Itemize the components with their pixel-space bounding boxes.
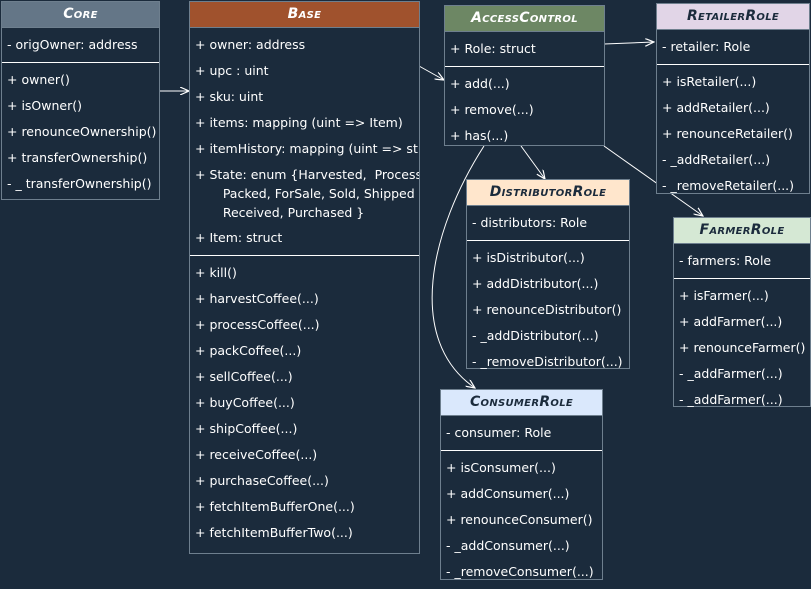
distributorrole-method: + isDistributor(...): [472, 250, 585, 265]
farmerrole-method: - _addFarmer(...): [679, 392, 783, 407]
core-attributes: - origOwner: address: [2, 28, 159, 62]
base-method: + packCoffee(...): [195, 343, 302, 358]
farmerrole-methods: + isFarmer(...) + addFarmer(...) + renou…: [674, 278, 810, 417]
retailerrole-attribute: - retailer: Role: [662, 39, 751, 54]
farmerrole-method: + addFarmer(...): [679, 314, 783, 329]
base-class-box[interactable]: Base + owner: address + upc : uint + sku…: [189, 1, 420, 554]
farmerrole-method: + renounceFarmer(): [679, 340, 806, 355]
accesscontrol-method: + has(...): [450, 128, 509, 143]
base-method: + processCoffee(...): [195, 317, 320, 332]
core-class-box[interactable]: Core - origOwner: address + owner() + is…: [1, 1, 160, 200]
retailerrole-method: + renounceRetailer(): [662, 126, 793, 141]
base-method: + buyCoffee(...): [195, 395, 295, 410]
accesscontrol-class-title: AccessControl: [445, 6, 604, 32]
base-method: + fetchItemBufferOne(...): [195, 499, 355, 514]
accesscontrol-attributes: + Role: struct: [445, 32, 604, 66]
core-method: + transferOwnership(): [7, 150, 148, 165]
accesscontrol-methods: + add(...) + remove(...) + has(...): [445, 66, 604, 153]
base-attributes: + owner: address + upc : uint + sku: uin…: [190, 28, 419, 255]
accesscontrol-method: + add(...): [450, 76, 510, 91]
distributorrole-method: - _addDistributor(...): [472, 328, 599, 343]
farmerrole-method: - _addFarmer(...): [679, 366, 783, 381]
distributorrole-class-title: DistributorRole: [467, 180, 629, 206]
distributorrole-method: + renounceDistributor(): [472, 302, 622, 317]
distributorrole-attribute: - distributors: Role: [472, 215, 588, 230]
core-methods: + owner() + isOwner() + renounceOwnershi…: [2, 62, 159, 201]
base-attribute: + itemHistory: mapping (uint => string: [195, 141, 419, 156]
base-method: + harvestCoffee(...): [195, 291, 319, 306]
base-method: + receiveCoffee(...): [195, 447, 318, 462]
distributorrole-methods: + isDistributor(...) + addDistributor(..…: [467, 240, 629, 379]
base-attribute: + owner: address: [195, 37, 306, 52]
base-attribute: + Item: struct: [195, 230, 283, 245]
distributorrole-method: + addDistributor(...): [472, 276, 599, 291]
core-method: + isOwner(): [7, 98, 82, 113]
base-methods: + kill() + harvestCoffee(...) + processC…: [190, 255, 419, 550]
farmerrole-attribute: - farmers: Role: [679, 253, 772, 268]
base-method: + fetchItemBufferTwo(...): [195, 525, 353, 540]
consumerrole-class-box[interactable]: ConsumerRole - consumer: Role + isConsum…: [440, 389, 603, 580]
base-attribute: + sku: uint: [195, 89, 264, 104]
accesscontrol-attribute: + Role: struct: [450, 41, 536, 56]
consumerrole-attribute: - consumer: Role: [446, 425, 552, 440]
retailerrole-attributes: - retailer: Role: [657, 30, 809, 64]
base-attribute: + upc : uint: [195, 63, 269, 78]
consumerrole-method: - _removeConsumer(...): [446, 564, 594, 579]
consumerrole-method: - _addConsumer(...): [446, 538, 570, 553]
consumerrole-method: + addConsumer(...): [446, 486, 570, 501]
distributorrole-class-box[interactable]: DistributorRole - distributors: Role + i…: [466, 179, 630, 369]
base-attribute-state-enum: + State: enum {Harvested, Processed, Pac…: [195, 167, 419, 220]
base-method: + shipCoffee(...): [195, 421, 298, 436]
consumerrole-method: + isConsumer(...): [446, 460, 556, 475]
retailerrole-class-title: RetailerRole: [657, 4, 809, 30]
distributorrole-method: - _removeDistributor(...): [472, 354, 623, 369]
consumerrole-attributes: - consumer: Role: [441, 416, 602, 450]
retailerrole-methods: + isRetailer(...) + addRetailer(...) + r…: [657, 64, 809, 203]
core-method: - _ transferOwnership(): [7, 176, 152, 191]
farmerrole-attributes: - farmers: Role: [674, 244, 810, 278]
accesscontrol-method: + remove(...): [450, 102, 534, 117]
accesscontrol-class-box[interactable]: AccessControl + Role: struct + add(...) …: [444, 5, 605, 146]
edge-accesscontrol-to-retailerrole: [603, 42, 654, 44]
retailerrole-class-box[interactable]: RetailerRole - retailer: Role + isRetail…: [656, 3, 810, 194]
retailerrole-method: + addRetailer(...): [662, 100, 770, 115]
base-method: + kill(): [195, 265, 237, 280]
base-method: + sellCoffee(...): [195, 369, 293, 384]
core-method: + owner(): [7, 72, 70, 87]
base-attribute: + items: mapping (uint => Item): [195, 115, 403, 130]
retailerrole-method: - _addRetailer(...): [662, 152, 771, 167]
base-method: + purchaseCoffee(...): [195, 473, 329, 488]
consumerrole-class-title: ConsumerRole: [441, 390, 602, 416]
distributorrole-attributes: - distributors: Role: [467, 206, 629, 240]
consumerrole-methods: + isConsumer(...) + addConsumer(...) + r…: [441, 450, 602, 589]
consumerrole-method: + renounceConsumer(): [446, 512, 593, 527]
core-class-title: Core: [2, 2, 159, 28]
edge-base-to-accesscontrol: [418, 65, 444, 80]
base-class-title: Base: [190, 2, 419, 28]
core-attribute: - origOwner: address: [7, 37, 138, 52]
farmerrole-class-title: FarmerRole: [674, 218, 810, 244]
retailerrole-method: - _removeRetailer(...): [662, 178, 795, 193]
core-method: + renounceOwnership(): [7, 124, 157, 139]
farmerrole-class-box[interactable]: FarmerRole - farmers: Role + isFarmer(..…: [673, 217, 811, 407]
farmerrole-method: + isFarmer(...): [679, 288, 769, 303]
retailerrole-method: + isRetailer(...): [662, 74, 757, 89]
